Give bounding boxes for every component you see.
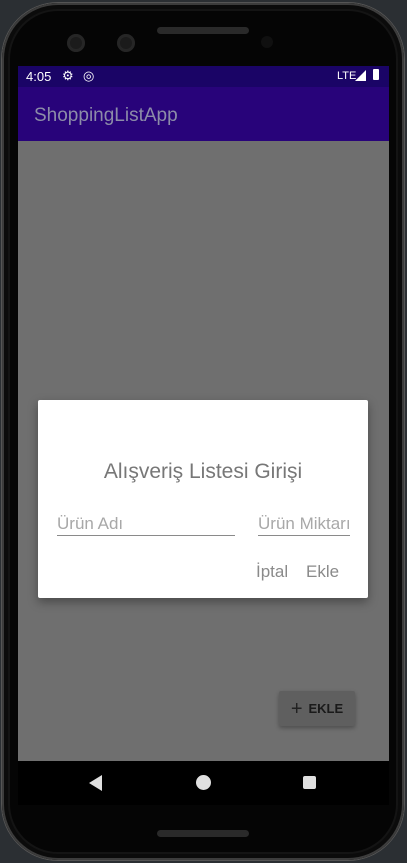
item-name-input[interactable]: Ürün Adı [57, 510, 235, 536]
dialog-title: Alışveriş Listesi Girişi [103, 460, 303, 483]
front-sensor [67, 34, 85, 52]
item-quantity-placeholder: Ürün Miktarı [258, 514, 350, 533]
item-name-placeholder: Ürün Adı [57, 514, 124, 533]
back-icon[interactable] [89, 775, 102, 791]
navigation-bar [18, 761, 389, 805]
earpiece-speaker [157, 27, 249, 34]
main-content-scrim[interactable]: Alışveriş Listesi Girişi Ürün Adı Ürün M… [18, 141, 389, 761]
plus-icon: + [290, 697, 303, 720]
device-screen: 4:05 ⚙ ◎ LTE ShoppingListApp Alışveriş L… [18, 66, 389, 761]
signal-icon [355, 70, 366, 81]
recents-icon[interactable] [303, 776, 316, 789]
bottom-speaker [157, 830, 249, 837]
add-item-button[interactable]: + EKLE [279, 691, 355, 726]
battery-icon [373, 69, 379, 80]
shopping-entry-dialog: Alışveriş Listesi Girişi Ürün Adı Ürün M… [38, 400, 368, 598]
status-bar: 4:05 ⚙ ◎ LTE [18, 66, 389, 87]
home-icon[interactable] [196, 775, 211, 790]
add-item-label: EKLE [308, 701, 344, 716]
network-type: LTE [337, 70, 357, 82]
app-title: ShoppingListApp [34, 105, 178, 126]
add-button[interactable]: Ekle [306, 562, 339, 582]
data-saver-icon: ◎ [83, 68, 95, 83]
status-time: 4:05 [26, 69, 52, 84]
cancel-button[interactable]: İptal [256, 562, 288, 582]
app-bar: ShoppingListApp [18, 87, 389, 141]
item-quantity-input[interactable]: Ürün Miktarı [258, 510, 350, 536]
gear-icon: ⚙ [62, 68, 74, 83]
front-camera [117, 34, 135, 52]
proximity-sensor [261, 36, 273, 48]
